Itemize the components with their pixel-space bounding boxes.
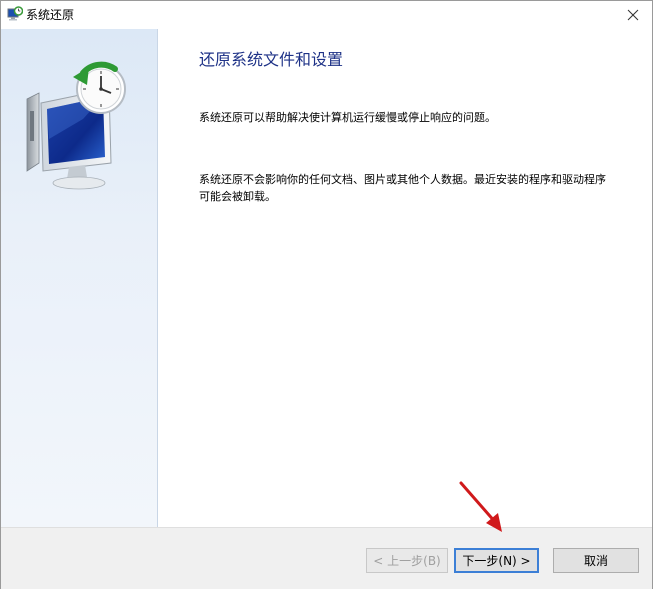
title-bar[interactable]: 系统还原	[1, 1, 652, 29]
description-text: 系统还原可以帮助解决使计算机运行缓慢或停止响应的问题。	[199, 111, 496, 124]
close-icon	[627, 9, 639, 21]
side-banner	[1, 29, 158, 527]
system-restore-window: 系统还原 还原系统文件和设置 系统还原可以帮助解决使计算机运行缓慢或停止响应的问…	[0, 0, 653, 589]
close-button[interactable]	[618, 3, 648, 27]
system-restore-icon	[7, 6, 24, 22]
cancel-button[interactable]: 取消	[553, 548, 639, 573]
window-title: 系统还原	[26, 8, 75, 22]
button-bar: < 上一步(B) 下一步(N) > 取消	[1, 527, 652, 589]
monitor-clock-restore-icon	[26, 61, 126, 190]
next-button[interactable]: 下一步(N) >	[454, 548, 539, 573]
page-heading: 还原系统文件和设置	[199, 50, 344, 69]
notice-text: 系统还原不会影响你的任何文档、图片或其他个人数据。最近安装的程序和驱动程序可能会…	[199, 173, 606, 203]
back-button: < 上一步(B)	[366, 548, 448, 573]
